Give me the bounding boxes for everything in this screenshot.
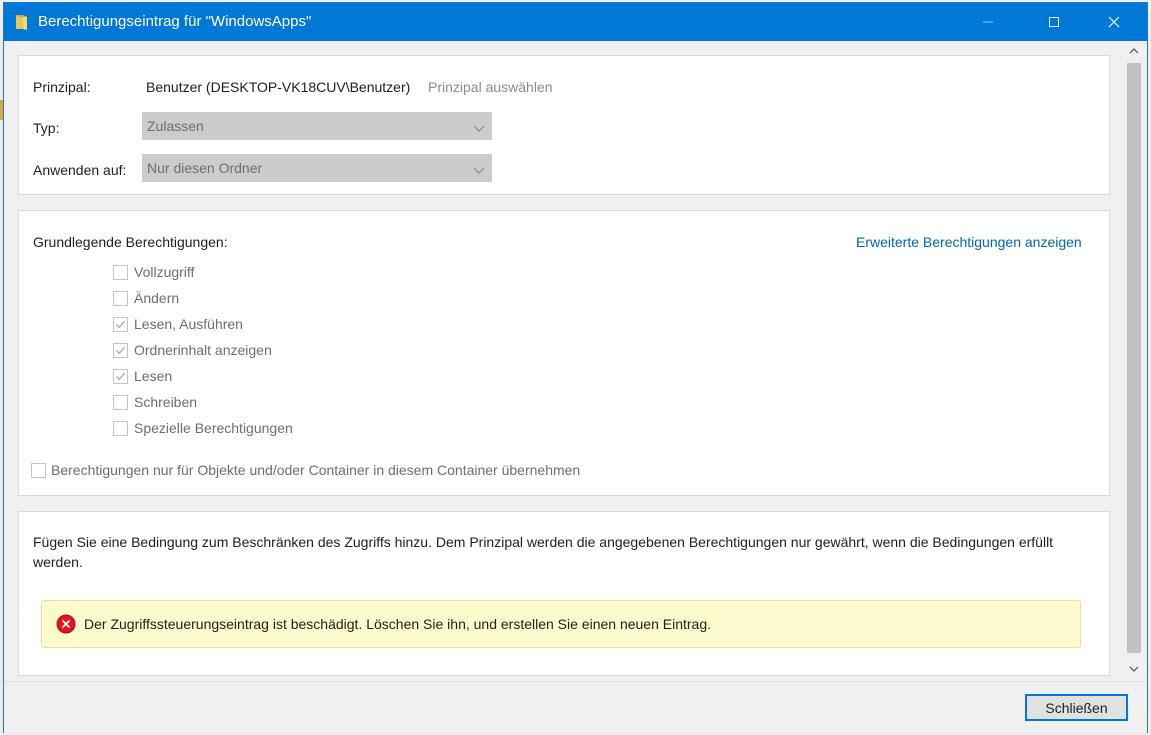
- type-dropdown-value: Zulassen: [147, 118, 204, 134]
- scroll-down-button[interactable]: [1124, 659, 1144, 679]
- error-message-box: Der Zugriffssteuerungseintrag ist beschä…: [41, 600, 1081, 648]
- window-title: Berechtigungseintrag für "WindowsApps": [38, 13, 312, 30]
- apply-to-dropdown-value: Nur diesen Ordner: [147, 160, 263, 176]
- checkmark-icon: [115, 345, 126, 356]
- permission-checkbox-checked[interactable]: [113, 369, 128, 384]
- title-bar[interactable]: Berechtigungseintrag für "WindowsApps": [4, 3, 1147, 41]
- close-window-button[interactable]: [1091, 3, 1137, 41]
- principal-value: Benutzer (DESKTOP-VK18CUV\Benutzer): [146, 79, 411, 95]
- principal-label: Prinzipal:: [33, 79, 91, 95]
- inherit-checkbox-label: Berechtigungen nur für Objekte und/oder …: [51, 462, 581, 478]
- dialog-content: Prinzipal: Benutzer (DESKTOP-VK18CUV\Ben…: [4, 41, 1124, 681]
- permission-label: Schreiben: [134, 394, 198, 410]
- permission-label: Vollzugriff: [134, 264, 195, 280]
- permission-label: Lesen, Ausführen: [134, 316, 243, 332]
- permission-checkbox[interactable]: [113, 421, 128, 436]
- permission-checkbox[interactable]: [113, 291, 128, 306]
- scrollbar-thumb[interactable]: [1127, 63, 1141, 653]
- permission-label: Ändern: [134, 290, 180, 306]
- chevron-down-icon: [473, 163, 485, 174]
- close-button[interactable]: Schließen: [1025, 694, 1128, 721]
- vertical-scrollbar[interactable]: [1124, 41, 1144, 681]
- principal-panel: Prinzipal: Benutzer (DESKTOP-VK18CUV\Ben…: [18, 55, 1110, 195]
- permission-checkbox-checked[interactable]: [113, 343, 128, 358]
- checkmark-icon: [115, 319, 126, 330]
- select-principal-link[interactable]: Prinzipal auswählen: [428, 79, 553, 95]
- show-advanced-permissions-link[interactable]: Erweiterte Berechtigungen anzeigen: [856, 234, 1082, 250]
- type-label: Typ:: [33, 120, 60, 136]
- apply-to-dropdown[interactable]: Nur diesen Ordner: [142, 154, 492, 182]
- condition-panel: Fügen Sie eine Bedingung zum Beschränken…: [18, 511, 1110, 676]
- error-icon: [56, 614, 76, 634]
- basic-permissions-heading: Grundlegende Berechtigungen:: [33, 234, 228, 250]
- scroll-up-button[interactable]: [1124, 41, 1144, 61]
- inherit-checkbox[interactable]: [31, 463, 46, 478]
- maximize-button[interactable]: [1031, 3, 1077, 41]
- dialog-footer: Schließen: [4, 681, 1147, 733]
- folder-icon: [14, 13, 30, 31]
- checkmark-icon: [115, 371, 126, 382]
- permissions-panel: Grundlegende Berechtigungen: Erweiterte …: [18, 210, 1110, 496]
- permission-label: Ordnerinhalt anzeigen: [134, 342, 272, 358]
- chevron-down-icon: [473, 121, 485, 132]
- apply-to-label: Anwenden auf:: [33, 162, 127, 178]
- permission-checkbox-checked[interactable]: [113, 317, 128, 332]
- minimize-button[interactable]: [965, 3, 1011, 41]
- type-dropdown[interactable]: Zulassen: [142, 112, 492, 140]
- condition-description: Fügen Sie eine Bedingung zum Beschränken…: [33, 534, 1054, 570]
- permission-label: Lesen: [134, 368, 173, 384]
- permission-checkbox[interactable]: [113, 265, 128, 280]
- error-message-text: Der Zugriffssteuerungseintrag ist beschä…: [84, 616, 712, 632]
- permission-label: Spezielle Berechtigungen: [134, 420, 293, 436]
- permission-entry-dialog: Berechtigungseintrag für "WindowsApps" P…: [3, 2, 1148, 733]
- permission-checkbox[interactable]: [113, 395, 128, 410]
